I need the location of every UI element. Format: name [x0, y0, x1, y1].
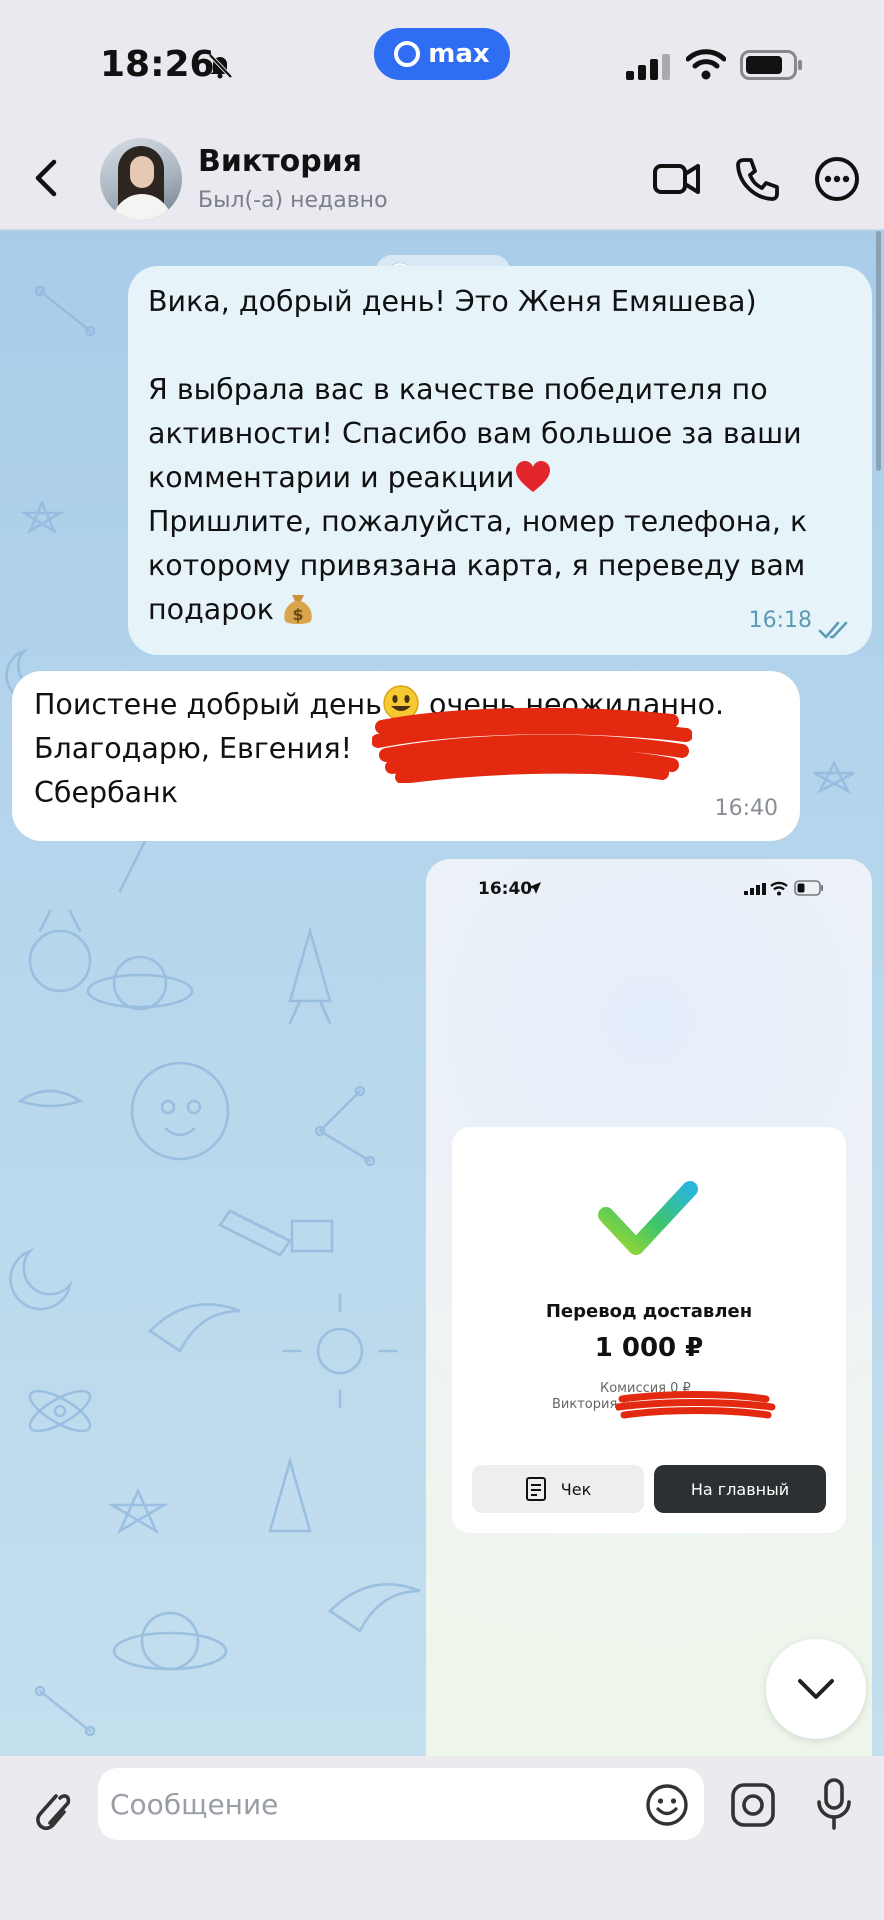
- battery-icon: [794, 880, 823, 896]
- receipt-button[interactable]: Чек: [472, 1465, 644, 1513]
- home-button[interactable]: На главный: [654, 1465, 826, 1513]
- paperclip-icon[interactable]: [26, 1786, 72, 1836]
- wifi-icon: [770, 881, 788, 896]
- message-text: комментарии и реакции: [148, 461, 515, 494]
- screenshot-status-time: 16:40: [478, 879, 533, 899]
- receipt-button-label: Чек: [560, 1479, 592, 1499]
- money-bag-emoji-icon: $: [284, 595, 312, 624]
- phone-icon[interactable]: [730, 152, 784, 206]
- microphone-icon[interactable]: [814, 1776, 854, 1832]
- wifi-icon: [686, 49, 726, 80]
- redaction-scribble: [372, 707, 692, 783]
- camera-icon[interactable]: [728, 1780, 778, 1830]
- receipt-document-icon: [525, 1477, 546, 1501]
- chat-area[interactable]: Сегодня Вика, добрый день! Это Женя Емяш…: [0, 231, 884, 1756]
- transfer-status-title: Перевод доставлен: [545, 1301, 753, 1322]
- back-icon[interactable]: [22, 152, 74, 204]
- bell-off-icon: [208, 53, 233, 79]
- transfer-amount: 1 000 ₽: [594, 1333, 704, 1363]
- avatar-face: [130, 156, 154, 188]
- scroll-down-button[interactable]: [766, 1639, 866, 1739]
- location-arrow-icon: [529, 882, 541, 894]
- more-icon[interactable]: [810, 152, 864, 206]
- redaction-scribble: [616, 1391, 776, 1419]
- message-line: Вика, добрый день! Это Женя Емяшева): [148, 285, 757, 318]
- signal-icon: [626, 54, 670, 80]
- video-call-icon[interactable]: [650, 152, 704, 206]
- message-line: Я выбрала вас в качестве победителя по: [148, 373, 768, 406]
- message-line-with-bag: подарок $: [148, 588, 852, 632]
- incoming-message[interactable]: Поистене добрый день очень неожиданно. Б…: [12, 671, 800, 841]
- message-input[interactable]: [98, 1768, 704, 1840]
- status-bar: 18:26 max: [0, 0, 884, 130]
- contact-name[interactable]: Виктория: [198, 144, 362, 179]
- message-composer: [0, 1756, 884, 1920]
- svg-text:$: $: [292, 605, 303, 624]
- message-time: 16:18: [748, 608, 812, 633]
- emoji-icon[interactable]: [644, 1782, 690, 1828]
- message-line: которому привязана карта, я переведу вам: [148, 549, 806, 582]
- signal-icon: [744, 883, 766, 895]
- message-line: Пришлите, пожалуйста, номер телефона, к: [148, 505, 808, 538]
- transfer-card: Перевод доставлен 1 000 ₽ Комиссия 0 ₽ В…: [452, 1127, 846, 1533]
- message-text: подарок: [148, 593, 274, 626]
- status-time: 18:26: [100, 44, 215, 85]
- max-logo-icon: [394, 41, 421, 67]
- scrollbar-thumb[interactable]: [876, 231, 881, 471]
- message-line-with-heart: комментарии и реакции: [148, 456, 852, 500]
- red-heart-emoji-icon: [516, 461, 551, 492]
- double-check-read-icon: [818, 621, 848, 639]
- outgoing-message[interactable]: Вика, добрый день! Это Женя Емяшева) Я в…: [128, 266, 872, 655]
- chat-header: Виктория Был(-а) недавно: [0, 130, 884, 230]
- message-line: активности! Спасибо вам большое за ваши: [148, 417, 802, 450]
- max-app-pill[interactable]: max: [374, 28, 510, 80]
- message-time: 16:40: [714, 796, 778, 821]
- message-text: Поистене добрый день: [34, 688, 382, 721]
- chevron-down-icon: [798, 1679, 834, 1699]
- contact-status: Был(-а) недавно: [198, 188, 388, 213]
- max-pill-label: max: [428, 39, 490, 69]
- success-check-icon: [598, 1181, 698, 1255]
- avatar[interactable]: [100, 138, 182, 220]
- battery-icon: [740, 50, 802, 80]
- image-message[interactable]: 16:40 Перевод доставлен 1 000 ₽ Комиссия…: [426, 859, 872, 1756]
- message-line-empty: [148, 324, 852, 368]
